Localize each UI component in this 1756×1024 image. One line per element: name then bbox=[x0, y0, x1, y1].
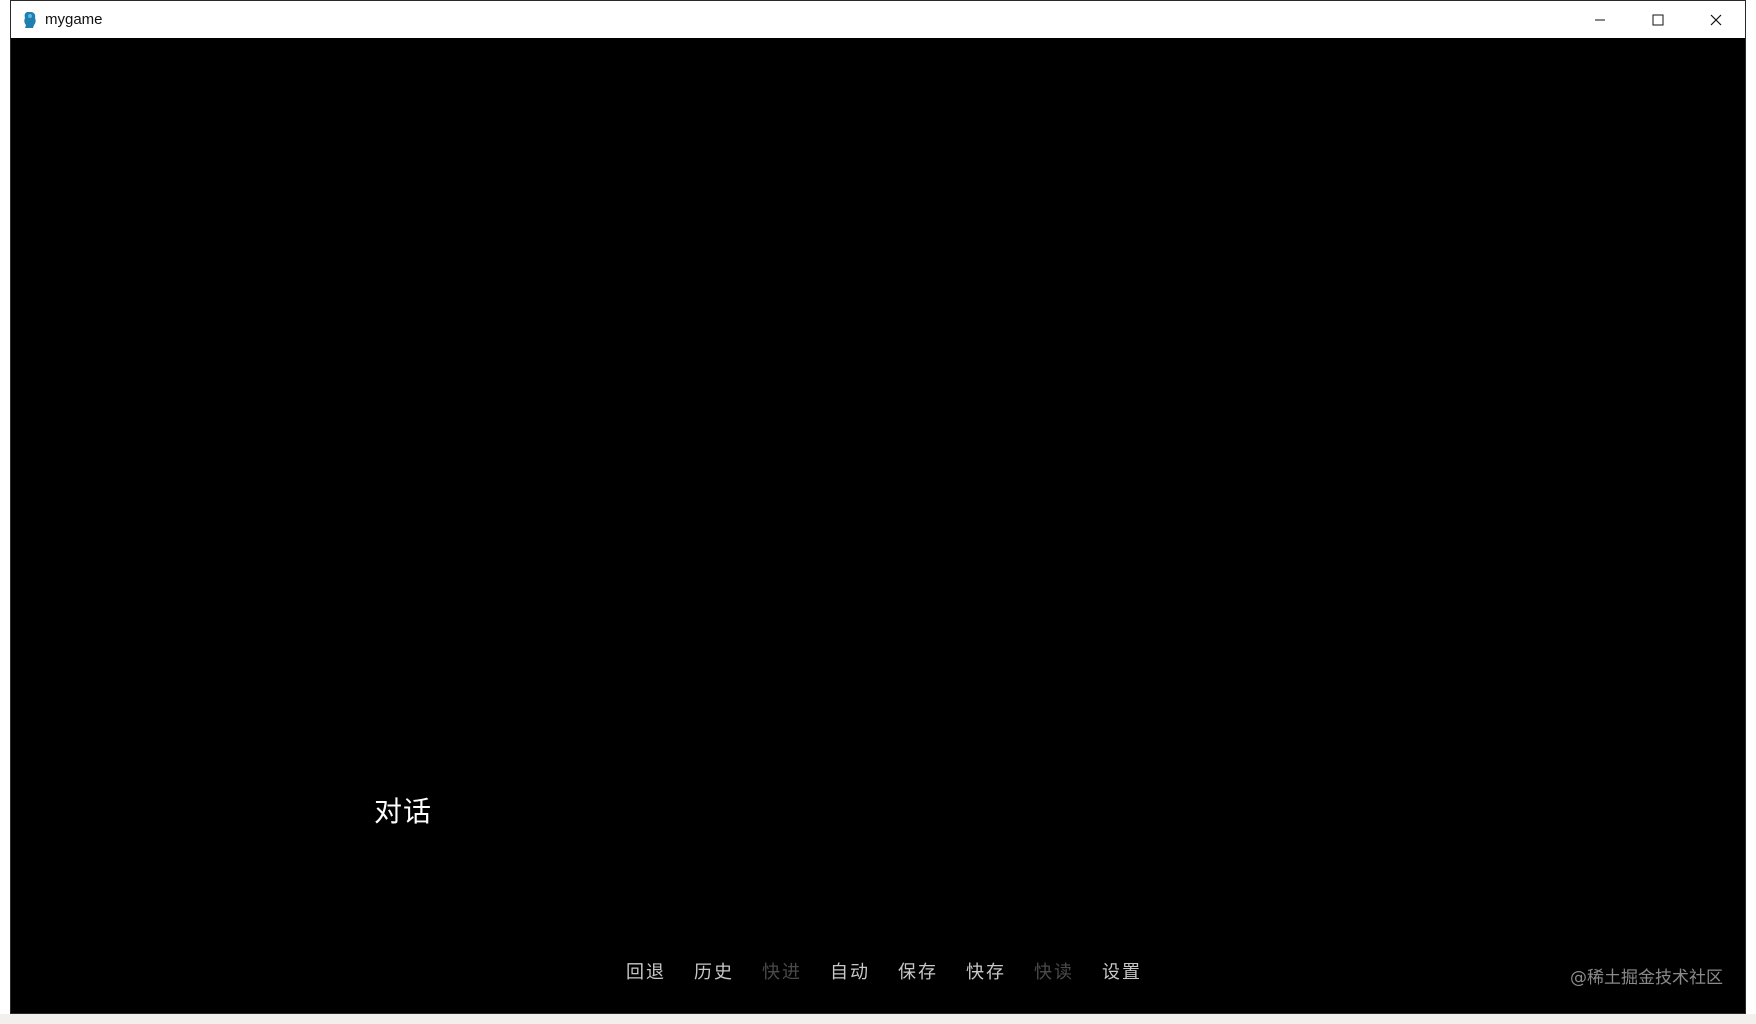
game-window: mygame 对话 回退历史快进自动保存快存快读设置 @稀土掘金技 bbox=[10, 0, 1746, 1014]
watermark: @稀土掘金技术社区 bbox=[1570, 968, 1723, 988]
quick-menu-rollback-button[interactable]: 回退 bbox=[626, 958, 666, 984]
quick-menu-preferences-button[interactable]: 设置 bbox=[1102, 958, 1142, 984]
minimize-button[interactable] bbox=[1571, 1, 1629, 38]
window-controls bbox=[1571, 1, 1745, 38]
game-canvas[interactable] bbox=[11, 38, 1745, 1013]
window-title: mygame bbox=[45, 11, 103, 28]
minimize-icon bbox=[1595, 19, 1605, 20]
renpy-app-icon bbox=[23, 11, 37, 29]
close-icon bbox=[1710, 14, 1722, 25]
quick-menu: 回退 历史 快进 自动 保存 快存 快读 设置 bbox=[626, 958, 1170, 984]
quick-menu-skip-button: 快进 bbox=[762, 962, 802, 983]
quick-menu-save-button[interactable]: 保存 bbox=[898, 958, 938, 984]
close-button[interactable] bbox=[1687, 1, 1745, 38]
maximize-icon bbox=[1652, 14, 1664, 25]
maximize-button[interactable] bbox=[1629, 1, 1687, 38]
quick-menu-quick-load-button: 快读 bbox=[1034, 962, 1074, 983]
quick-menu-auto-button[interactable]: 自动 bbox=[830, 958, 870, 984]
background-app-bottom bbox=[0, 1014, 1756, 1024]
quick-menu-quick-save-button[interactable]: 快存 bbox=[966, 958, 1006, 984]
title-bar[interactable]: mygame bbox=[11, 1, 1745, 38]
background-app-left bbox=[0, 0, 10, 1024]
quick-menu-history-button[interactable]: 历史 bbox=[694, 958, 734, 984]
dialogue-text: 对话 bbox=[374, 795, 433, 828]
background-app-right bbox=[1746, 0, 1756, 1024]
